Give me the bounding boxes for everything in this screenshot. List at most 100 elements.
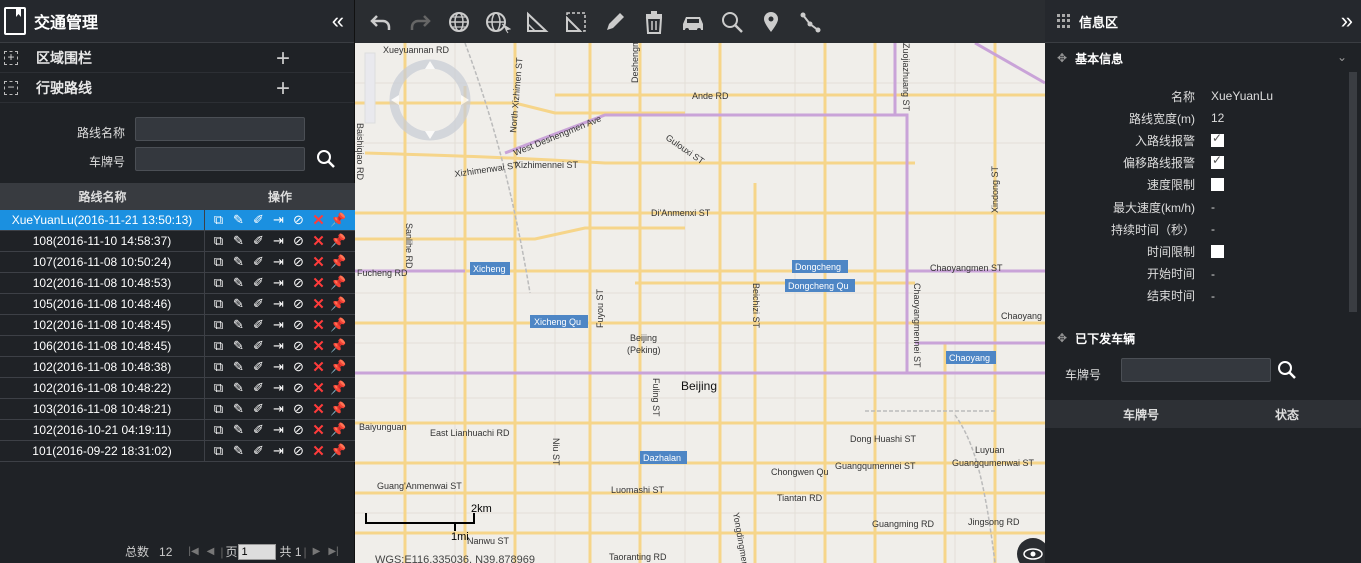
route-name-cell[interactable]: 101(2016-09-22 18:31:02): [0, 441, 205, 461]
table-row[interactable]: 105(2016-11-08 10:48:46) ⧉ ✎ ✐ ⇥ ⊘ ✕ 📌: [0, 294, 355, 315]
last-page-icon[interactable]: ▶|: [328, 546, 338, 557]
pencil-outline-icon[interactable]: ✐: [250, 338, 267, 355]
table-row[interactable]: 102(2016-11-08 10:48:22) ⧉ ✎ ✐ ⇥ ⊘ ✕ 📌: [0, 378, 355, 399]
pin-icon[interactable]: 📌: [330, 443, 347, 460]
map-canvas[interactable]: Xueyuannan RD Deshengmen Zuojiazhuang ST…: [355, 29, 1045, 563]
zoom-slider[interactable]: [364, 52, 376, 124]
disable-icon[interactable]: ⊘: [290, 422, 307, 439]
undo-icon[interactable]: [368, 9, 394, 35]
edit-icon[interactable]: ✎: [230, 296, 247, 313]
export-icon[interactable]: ⇥: [270, 443, 287, 460]
section-driving-route[interactable]: − 行驶路线 +: [0, 73, 354, 103]
pin-icon[interactable]: 📌: [330, 254, 347, 271]
disable-icon[interactable]: ⊘: [290, 380, 307, 397]
first-page-icon[interactable]: |◀: [188, 546, 198, 557]
pencil-outline-icon[interactable]: ✐: [250, 443, 267, 460]
next-page-icon[interactable]: ▶: [313, 546, 321, 557]
add-route-button[interactable]: +: [276, 75, 290, 103]
globe-pointer-icon[interactable]: [485, 9, 511, 35]
table-row[interactable]: XueYuanLu(2016-11-21 13:50:13) ⧉ ✎ ✐ ⇥ ⊘ ✕ 📌: [0, 210, 355, 231]
copy-icon[interactable]: ⧉: [210, 401, 227, 418]
export-icon[interactable]: ⇥: [270, 254, 287, 271]
disable-icon[interactable]: ⊘: [290, 338, 307, 355]
delete-icon[interactable]: ✕: [310, 422, 327, 439]
disable-icon[interactable]: ⊘: [290, 317, 307, 334]
vehicle-icon[interactable]: [680, 9, 706, 35]
table-row[interactable]: 101(2016-09-22 18:31:02) ⧉ ✎ ✐ ⇥ ⊘ ✕ 📌: [0, 441, 355, 462]
edit-icon[interactable]: ✎: [230, 275, 247, 292]
route-name-cell[interactable]: 103(2016-11-08 10:48:21): [0, 399, 205, 419]
route-name-cell[interactable]: 106(2016-11-08 10:48:45): [0, 336, 205, 356]
route-name-cell[interactable]: 102(2016-11-08 10:48:53): [0, 273, 205, 293]
delete-icon[interactable]: ✕: [310, 401, 327, 418]
disable-icon[interactable]: ⊘: [290, 212, 307, 229]
route-name-cell[interactable]: 107(2016-11-08 10:50:24): [0, 252, 205, 272]
trash-icon[interactable]: [641, 9, 667, 35]
disable-icon[interactable]: ⊘: [290, 233, 307, 250]
basic-info-header[interactable]: ✥ 基本信息 ⌄: [1045, 44, 1361, 72]
pencil-outline-icon[interactable]: ✐: [250, 254, 267, 271]
disable-icon[interactable]: ⊘: [290, 443, 307, 460]
disable-icon[interactable]: ⊘: [290, 275, 307, 292]
copy-icon[interactable]: ⧉: [210, 254, 227, 271]
delete-icon[interactable]: ✕: [310, 212, 327, 229]
measure-area-icon[interactable]: [563, 9, 589, 35]
route-name-cell[interactable]: 102(2016-10-21 04:19:11): [0, 420, 205, 440]
pin-icon[interactable]: 📌: [330, 275, 347, 292]
export-icon[interactable]: ⇥: [270, 401, 287, 418]
delete-icon[interactable]: ✕: [310, 443, 327, 460]
checkbox[interactable]: [1211, 153, 1224, 170]
table-row[interactable]: 107(2016-11-08 10:50:24) ⧉ ✎ ✐ ⇥ ⊘ ✕ 📌: [0, 252, 355, 273]
map-area[interactable]: Xueyuannan RD Deshengmen Zuojiazhuang ST…: [355, 0, 1045, 563]
table-row[interactable]: 103(2016-11-08 10:48:21) ⧉ ✎ ✐ ⇥ ⊘ ✕ 📌: [0, 399, 355, 420]
delete-icon[interactable]: ✕: [310, 233, 327, 250]
globe-icon[interactable]: [446, 9, 472, 35]
pencil-outline-icon[interactable]: ✐: [250, 275, 267, 292]
pencil-icon[interactable]: [602, 9, 628, 35]
route-name-cell[interactable]: 102(2016-11-08 10:48:45): [0, 315, 205, 335]
copy-icon[interactable]: ⧉: [210, 380, 227, 397]
pin-icon[interactable]: 📌: [330, 233, 347, 250]
table-row[interactable]: 106(2016-11-08 10:48:45) ⧉ ✎ ✐ ⇥ ⊘ ✕ 📌: [0, 336, 355, 357]
delete-icon[interactable]: ✕: [310, 359, 327, 376]
expand-toggle-icon[interactable]: +: [4, 50, 18, 65]
edit-icon[interactable]: ✎: [230, 401, 247, 418]
disable-icon[interactable]: ⊘: [290, 359, 307, 376]
pencil-outline-icon[interactable]: ✐: [250, 359, 267, 376]
map-search-icon[interactable]: [719, 9, 745, 35]
edit-icon[interactable]: ✎: [230, 380, 247, 397]
pin-icon[interactable]: 📌: [330, 212, 347, 229]
disable-icon[interactable]: ⊘: [290, 401, 307, 418]
pin-icon[interactable]: 📌: [330, 401, 347, 418]
delete-icon[interactable]: ✕: [310, 275, 327, 292]
copy-icon[interactable]: ⧉: [210, 275, 227, 292]
table-row[interactable]: 102(2016-11-08 10:48:38) ⧉ ✎ ✐ ⇥ ⊘ ✕ 📌: [0, 357, 355, 378]
collapse-right-icon[interactable]: »: [1341, 8, 1353, 34]
route-line-icon[interactable]: [797, 9, 823, 35]
export-icon[interactable]: ⇥: [270, 422, 287, 439]
disable-icon[interactable]: ⊘: [290, 296, 307, 313]
export-icon[interactable]: ⇥: [270, 338, 287, 355]
edit-icon[interactable]: ✎: [230, 317, 247, 334]
table-row[interactable]: 102(2016-10-21 04:19:11) ⧉ ✎ ✐ ⇥ ⊘ ✕ 📌: [0, 420, 355, 441]
delete-icon[interactable]: ✕: [310, 380, 327, 397]
delete-icon[interactable]: ✕: [310, 254, 327, 271]
route-name-cell[interactable]: 102(2016-11-08 10:48:22): [0, 378, 205, 398]
checkbox[interactable]: [1211, 244, 1224, 258]
disable-icon[interactable]: ⊘: [290, 254, 307, 271]
collapse-toggle-icon[interactable]: −: [4, 80, 18, 95]
copy-icon[interactable]: ⧉: [210, 212, 227, 229]
edit-icon[interactable]: ✎: [230, 443, 247, 460]
pencil-outline-icon[interactable]: ✐: [250, 422, 267, 439]
export-icon[interactable]: ⇥: [270, 380, 287, 397]
checkbox[interactable]: [1211, 178, 1224, 192]
export-icon[interactable]: ⇥: [270, 275, 287, 292]
add-area-fence-button[interactable]: +: [276, 45, 290, 73]
route-name-cell[interactable]: 108(2016-11-10 14:58:37): [0, 231, 205, 251]
pin-icon[interactable]: 📌: [330, 338, 347, 355]
measure-angle-icon[interactable]: [524, 9, 550, 35]
search-icon[interactable]: [316, 149, 336, 169]
scrollbar[interactable]: [1349, 72, 1357, 322]
export-icon[interactable]: ⇥: [270, 296, 287, 313]
route-name-cell[interactable]: XueYuanLu(2016-11-21 13:50:13): [0, 210, 205, 230]
